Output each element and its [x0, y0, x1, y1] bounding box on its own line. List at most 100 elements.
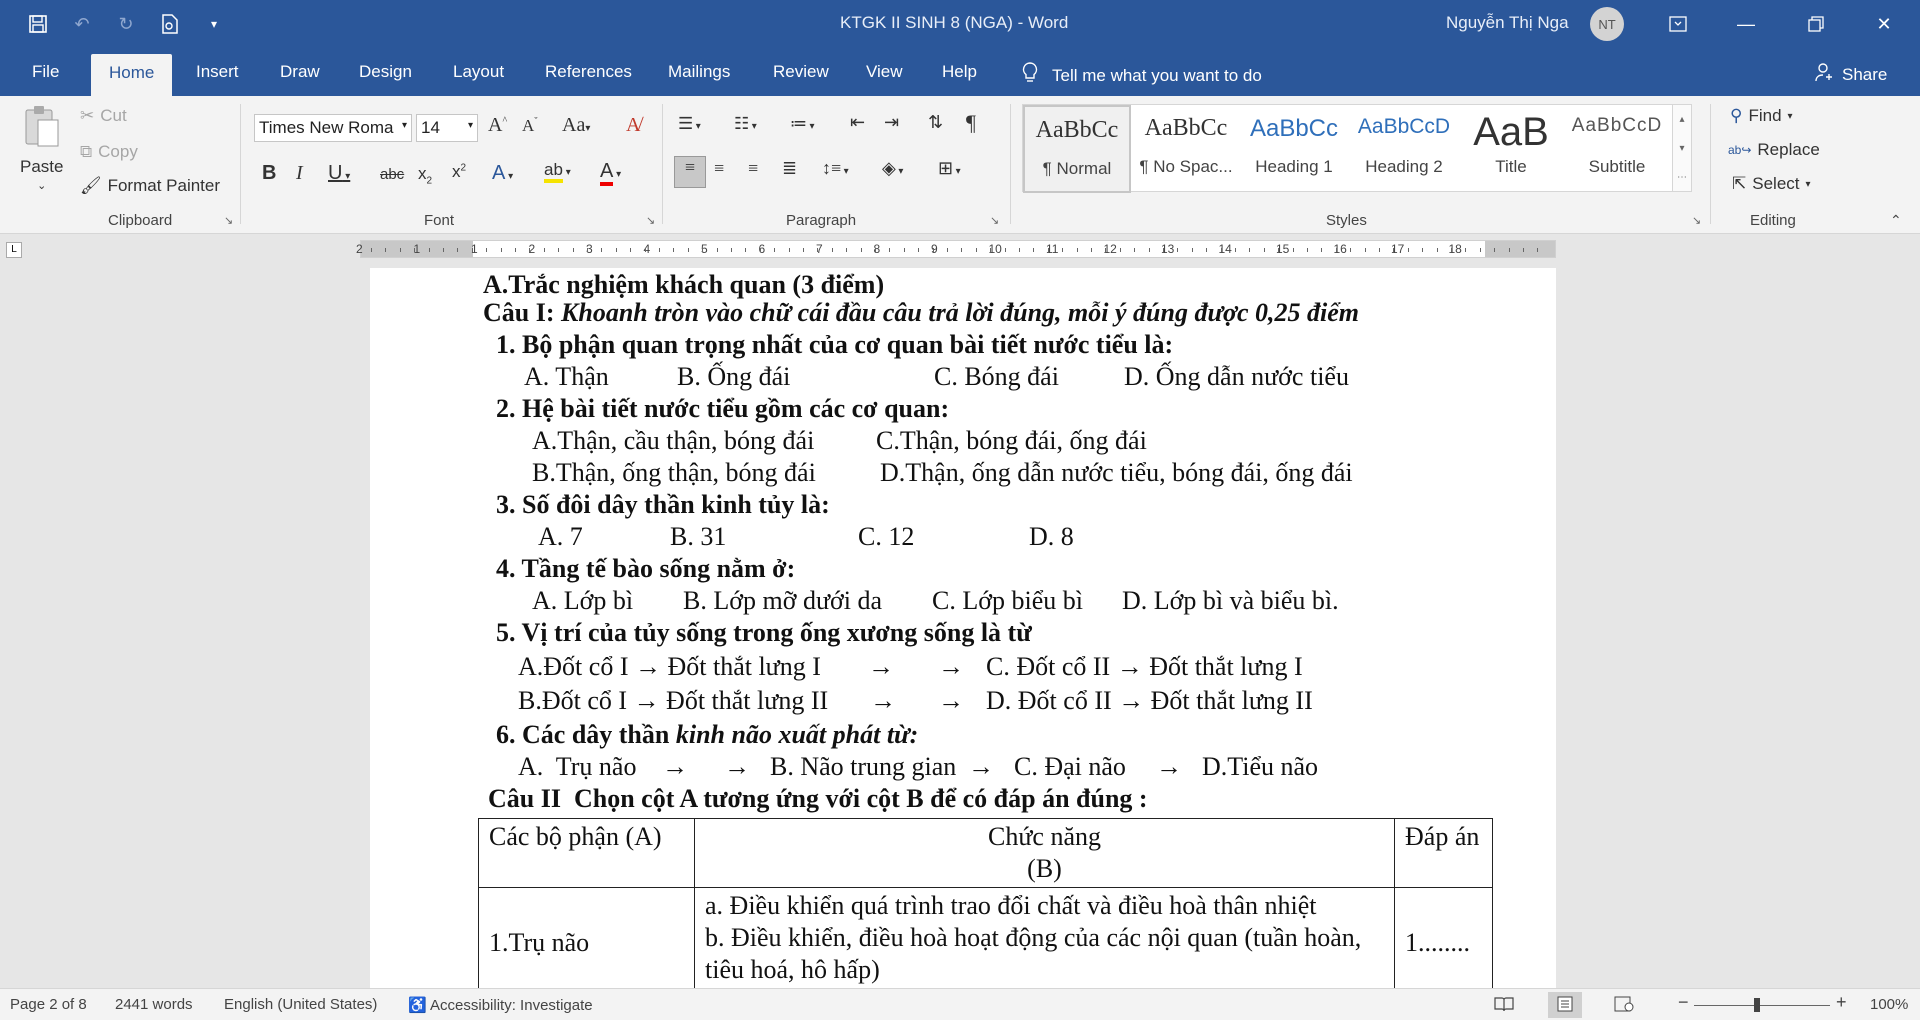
tell-me-search[interactable]: Tell me what you want to do	[1022, 62, 1262, 89]
format-painter-button[interactable]: 🖌 Format Painter	[80, 176, 220, 196]
chevron-down-icon[interactable]: ▾	[1788, 111, 1793, 122]
tab-help[interactable]: Help	[942, 62, 977, 82]
tab-mailings[interactable]: Mailings	[668, 62, 730, 82]
chevron-down-icon[interactable]: ▾	[1806, 179, 1811, 190]
horizontal-ruler[interactable]: 2 1 1 2 3 4 5 6 7 8 9 10 11 12 13 14 15 16 17 18	[356, 240, 1556, 258]
language-indicator[interactable]: English (United States)	[224, 996, 377, 1013]
tab-design[interactable]: Design	[359, 62, 412, 82]
shrink-font-icon[interactable]: Aˇ	[522, 116, 538, 136]
font-size-combo[interactable]: 14 ▾	[416, 114, 478, 142]
page-count[interactable]: Page 2 of 8	[10, 996, 87, 1013]
ribbon-display-options-icon[interactable]	[1658, 8, 1698, 40]
restore-icon[interactable]	[1796, 8, 1836, 40]
font-launcher-icon[interactable]: ↘	[646, 214, 655, 227]
print-preview-icon[interactable]	[158, 12, 182, 36]
zoom-in-icon[interactable]: +	[1836, 992, 1847, 1013]
grow-font-icon[interactable]: A^	[488, 114, 507, 137]
select-button[interactable]: ⇱ Select ▾	[1732, 174, 1811, 194]
read-mode-icon[interactable]	[1494, 996, 1514, 1016]
style-heading-2[interactable]: AaBbCcD Heading 2	[1349, 105, 1459, 193]
zoom-level[interactable]: 100%	[1870, 996, 1908, 1013]
bullets-icon[interactable]: ☰ ▾	[678, 114, 701, 134]
tab-layout[interactable]: Layout	[453, 62, 504, 82]
underline-icon[interactable]: U ▾	[328, 162, 350, 185]
multilevel-list-icon[interactable]: ≔ ▾	[790, 114, 815, 134]
sort-icon[interactable]: ⇅	[928, 112, 943, 133]
share-button[interactable]: Share	[1814, 62, 1887, 87]
borders-icon[interactable]: ⊞ ▾	[938, 158, 961, 179]
show-formatting-marks-icon[interactable]: ¶	[966, 110, 976, 136]
styles-scroll[interactable]: ▴ ▾ ⋯	[1672, 104, 1692, 192]
cut-button[interactable]: ✂ Cut	[80, 106, 127, 126]
tab-draw[interactable]: Draw	[280, 62, 320, 82]
ruler-tick	[745, 248, 747, 252]
tab-view[interactable]: View	[866, 62, 903, 82]
strikethrough-icon[interactable]: abc	[380, 166, 404, 183]
answer-option: C. Bóng đái	[934, 362, 1059, 391]
minimize-icon[interactable]: —	[1726, 8, 1766, 40]
subscript-icon[interactable]: x2	[418, 164, 432, 186]
styles-launcher-icon[interactable]: ↘	[1692, 214, 1701, 227]
bold-icon[interactable]: B	[262, 162, 276, 185]
ruler-tick	[414, 248, 416, 252]
style-normal[interactable]: AaBbCc ¶ Normal	[1023, 105, 1131, 193]
increase-indent-icon[interactable]: ⇥	[884, 112, 899, 133]
paste-button[interactable]: Paste ⌄	[20, 104, 63, 192]
change-case-icon[interactable]: Aa▾	[562, 114, 590, 137]
superscript-icon[interactable]: x2	[452, 162, 466, 182]
chevron-down-icon[interactable]: ▾	[402, 120, 407, 131]
style-heading-1[interactable]: AaBbCc Heading 1	[1241, 105, 1347, 193]
style-name: Title	[1495, 157, 1527, 176]
tab-file[interactable]: File	[32, 62, 59, 82]
print-layout-icon[interactable]	[1548, 992, 1582, 1018]
copy-button[interactable]: ⧉ Copy	[80, 142, 138, 162]
customize-qat-icon[interactable]: ▾	[202, 12, 226, 36]
undo-icon[interactable]: ↶	[70, 12, 94, 36]
replace-button[interactable]: ab↪ Replace	[1728, 140, 1820, 160]
highlight-icon[interactable]: ab ▾	[544, 160, 571, 183]
tab-home[interactable]: Home	[91, 54, 173, 96]
italic-icon[interactable]: I	[296, 162, 303, 185]
find-button[interactable]: ⚲ Find ▾	[1730, 106, 1793, 126]
zoom-out-icon[interactable]: −	[1678, 992, 1689, 1013]
shading-icon[interactable]: ◈ ▾	[882, 158, 903, 179]
answer-option: A. 7	[538, 522, 583, 551]
tab-selector-icon[interactable]: L	[6, 242, 22, 258]
scissors-icon: ✂	[80, 106, 95, 125]
align-right-icon[interactable]: ≡	[748, 158, 758, 179]
decrease-indent-icon[interactable]: ⇤	[850, 112, 865, 133]
avatar[interactable]: NT	[1590, 7, 1624, 41]
style-subtitle[interactable]: AaBbCcD Subtitle	[1563, 105, 1671, 193]
web-layout-icon[interactable]	[1614, 996, 1634, 1016]
collapse-ribbon-icon[interactable]: ⌃	[1890, 212, 1902, 229]
tab-references[interactable]: References	[545, 62, 632, 82]
style-title[interactable]: AaB Title	[1461, 105, 1561, 193]
document-page[interactable]: A.Trắc nghiệm khách quan (3 điểm) Câu I:…	[370, 268, 1556, 988]
text-effects-icon[interactable]: A ▾	[492, 162, 513, 185]
user-name[interactable]: Nguyễn Thị Nga	[1446, 13, 1569, 33]
tab-review[interactable]: Review	[773, 62, 829, 82]
clipboard-launcher-icon[interactable]: ↘	[224, 214, 233, 227]
clear-formatting-icon[interactable]: A̸	[626, 114, 640, 137]
zoom-slider-thumb[interactable]	[1754, 998, 1760, 1012]
tab-insert[interactable]: Insert	[196, 62, 239, 82]
ruler-tick	[1206, 248, 1208, 252]
word-count[interactable]: 2441 words	[115, 996, 193, 1013]
align-center-icon[interactable]: ≡	[714, 158, 724, 179]
style-no-spacing[interactable]: AaBbCc ¶ No Spac...	[1133, 105, 1239, 193]
font-color-icon[interactable]: A ▾	[600, 160, 621, 186]
accessibility-indicator[interactable]: ♿ Accessibility: Investigate	[408, 996, 593, 1014]
redo-icon[interactable]: ↻	[114, 12, 138, 36]
align-left-icon[interactable]: ≡	[674, 156, 706, 188]
paste-dropdown-icon[interactable]: ⌄	[37, 179, 46, 192]
zoom-slider[interactable]	[1694, 1005, 1830, 1006]
font-name-combo[interactable]: Times New Roma ▾	[254, 114, 412, 142]
paragraph-launcher-icon[interactable]: ↘	[990, 214, 999, 227]
close-icon[interactable]: ✕	[1864, 8, 1904, 40]
numbering-icon[interactable]: ☷ ▾	[734, 114, 757, 134]
chevron-down-icon[interactable]: ▾	[468, 120, 473, 131]
editing-group-label: Editing	[1750, 212, 1796, 229]
line-spacing-icon[interactable]: ↕≡ ▾	[822, 158, 849, 179]
save-icon[interactable]	[26, 12, 50, 36]
justify-icon[interactable]: ≣	[782, 158, 797, 179]
